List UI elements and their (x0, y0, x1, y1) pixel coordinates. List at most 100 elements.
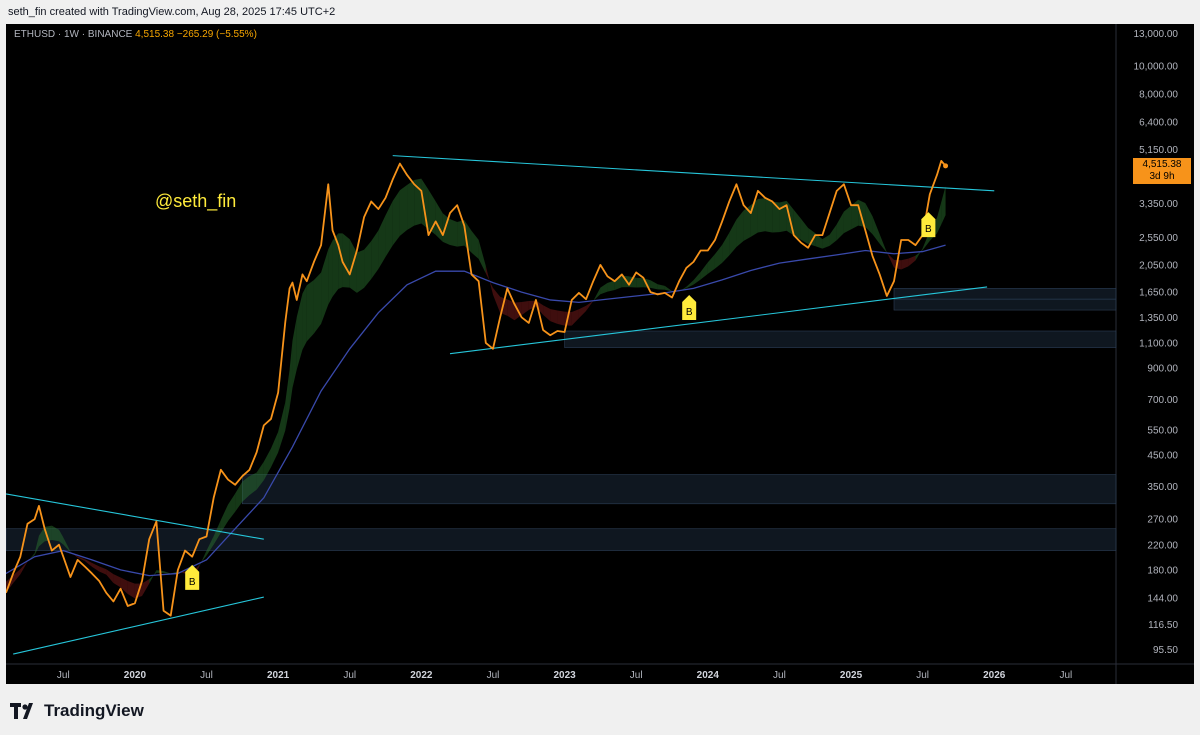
x-tick-label: Jul (773, 670, 786, 681)
trend-cloud-segment (886, 252, 894, 268)
trend-cloud-segment (399, 184, 408, 236)
trend-cloud-segment (296, 293, 303, 370)
last-price-tag: 4,515.38 3d 9h (1133, 158, 1191, 184)
x-tick-label: Jul (630, 670, 643, 681)
trend-cloud-segment (650, 280, 658, 290)
x-tick-label: Jul (1059, 670, 1072, 681)
trend-cloud-segment (235, 481, 243, 512)
y-tick-label: 5,150.00 (1139, 145, 1178, 156)
bar-countdown: 3d 9h (1149, 171, 1175, 182)
trend-cloud-segment (829, 224, 837, 246)
trend-cloud-segment (478, 239, 486, 274)
tradingview-logo[interactable]: TradingView (10, 700, 144, 722)
slow-moving-average-line (6, 244, 946, 577)
trend-cloud-segment (879, 234, 887, 253)
trend-cloud-segment (908, 255, 916, 267)
trend-cloud-segment (163, 571, 171, 574)
support-zone-3 (242, 474, 1117, 505)
support-zone-1 (893, 288, 1117, 300)
y-tick-label: 3,350.00 (1139, 199, 1178, 210)
y-tick-label: 350.00 (1147, 482, 1178, 493)
last-price-value: 4,515.38 (1142, 159, 1182, 170)
legend-price: 4,515.38 (135, 29, 175, 40)
trend-cloud-segment (686, 280, 694, 289)
x-tick-label: 2025 (840, 670, 863, 681)
trend-cloud-segment (800, 218, 809, 245)
trend-cloud-segment (557, 310, 565, 326)
price-chart[interactable]: B B B 13,000.00 10,000.00 8,000.00 6,400.00 5,1… (6, 24, 1194, 684)
trend-cloud-segment (707, 254, 715, 274)
trend-cloud-segment (113, 574, 121, 588)
trend-cloud-segment (700, 262, 708, 280)
trend-cloud-segment (543, 305, 551, 322)
y-tick-label: 270.00 (1147, 515, 1178, 526)
x-tick-label: 2021 (267, 670, 290, 681)
x-tick-label: 2023 (553, 670, 576, 681)
trend-cloud-segment (228, 493, 236, 522)
trend-cloud-segment (99, 566, 107, 575)
trend-cloud-segment (84, 559, 92, 567)
trend-cloud-segment (127, 581, 135, 599)
trend-cloud-segment (729, 219, 737, 256)
trend-cloud-segment (492, 287, 501, 313)
author-watermark: @seth_fin (155, 191, 237, 211)
trend-cloud-segment (292, 317, 297, 389)
x-tick-label: 2022 (410, 670, 433, 681)
support-zone-2 (564, 330, 1117, 348)
y-tick-label: 2,050.00 (1139, 260, 1178, 271)
trend-cloud-segment (736, 210, 744, 248)
trend-cloud-segment (858, 199, 866, 227)
trend-cloud-segment (356, 249, 365, 293)
buy-signal-label-1: B (686, 307, 693, 318)
trend-cloud-segment (321, 249, 329, 324)
x-tick-label: Jul (487, 670, 500, 681)
y-tick-label: 10,000.00 (1134, 62, 1179, 73)
trend-cloud-segment (865, 203, 873, 235)
trend-cloud-segment (636, 277, 644, 288)
y-tick-label: 2,550.00 (1139, 233, 1178, 244)
y-tick-label: 900.00 (1147, 364, 1178, 375)
buy-signal-label-0: B (189, 577, 196, 588)
y-tick-label: 550.00 (1147, 425, 1178, 436)
trend-cloud-segment (392, 190, 400, 246)
x-tick-label: 2026 (983, 670, 1006, 681)
trend-cloud-segment (836, 211, 844, 241)
x-tick-label: Jul (343, 670, 356, 681)
x-tick-label: 2020 (124, 670, 147, 681)
y-tick-label: 220.00 (1147, 540, 1178, 551)
support-zone-0 (893, 298, 1117, 311)
chart-panel[interactable]: B B B 13,000.00 10,000.00 8,000.00 6,400.00 5,1… (6, 24, 1194, 684)
trend-cloud-segment (349, 239, 357, 293)
trend-cloud-segment (371, 230, 379, 279)
y-tick-label: 95.50 (1153, 645, 1178, 656)
caption-text: seth_fin created with TradingView.com, A… (8, 6, 336, 18)
trend-cloud-segment (313, 272, 322, 334)
trend-cloud-segment (385, 201, 393, 257)
trend-cloud-segment (822, 234, 830, 249)
symbol-legend: ETHUSD · 1W · BINANCE 4,515.38 −265.29 (… (14, 29, 257, 40)
y-tick-label: 13,000.00 (1134, 29, 1179, 40)
trend-cloud-segment (664, 285, 672, 292)
y-tick-label: 180.00 (1147, 565, 1178, 576)
trend-cloud-segment (571, 309, 579, 326)
trendline-0 (392, 155, 995, 192)
trend-cloud-segment (270, 431, 279, 468)
y-tick-label: 1,350.00 (1139, 313, 1178, 324)
symbol-label: ETHUSD · 1W · BINANCE (14, 29, 133, 40)
x-tick-label: Jul (200, 670, 213, 681)
y-tick-label: 700.00 (1147, 395, 1178, 406)
trend-cloud-segment (342, 233, 350, 288)
trend-cloud-segment (302, 285, 307, 350)
trend-cloud-segment (714, 244, 723, 269)
trend-cloud-segment (765, 198, 773, 233)
trend-cloud-segment (872, 216, 880, 244)
y-tick-label: 144.00 (1147, 593, 1178, 604)
trend-cloud-segment (586, 300, 594, 312)
y-tick-label: 1,100.00 (1139, 338, 1178, 349)
trend-cloud-segment (901, 258, 909, 270)
trend-cloud-segment (607, 280, 615, 292)
trend-cloud-segment (550, 309, 558, 324)
x-tick-label: Jul (57, 670, 70, 681)
trend-cloud-segment (149, 570, 157, 584)
trendline-3 (13, 596, 264, 655)
